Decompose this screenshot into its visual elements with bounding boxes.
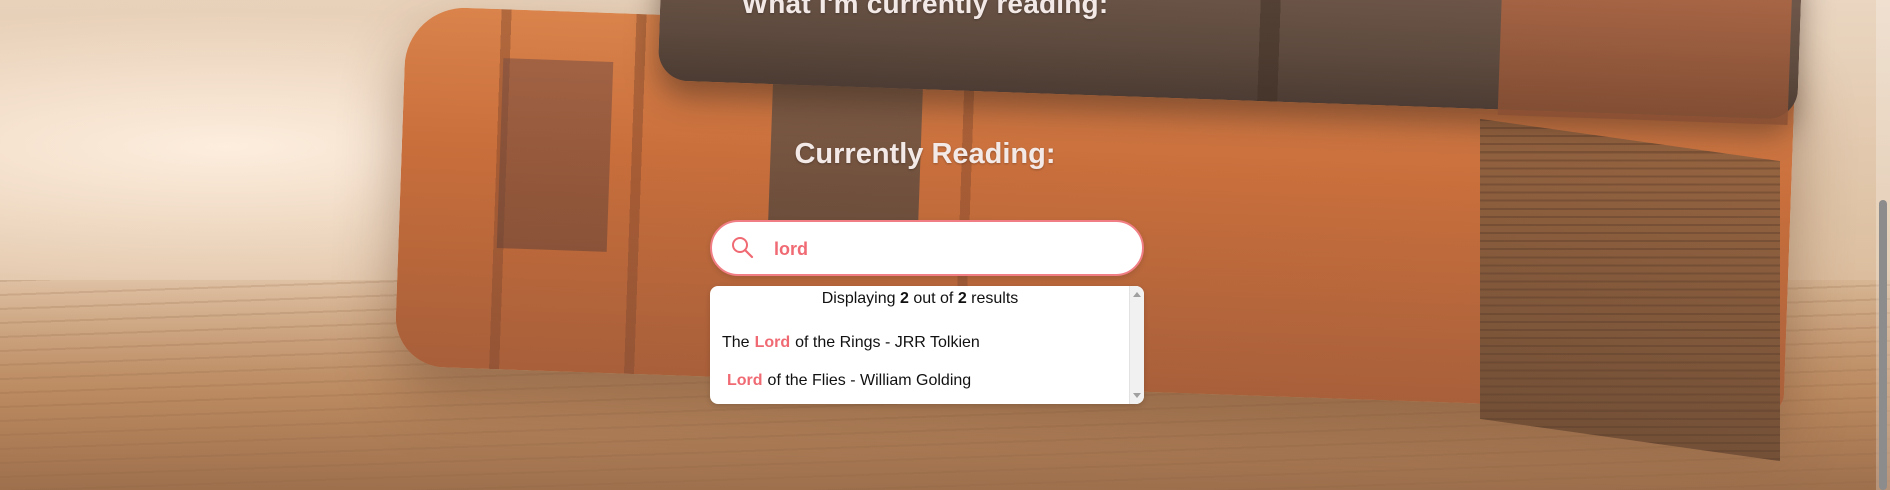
page-scrollbar-thumb[interactable] [1879, 200, 1887, 490]
result-text-after: of the Rings - JRR Tolkien [795, 334, 980, 351]
result-text-after: of the Flies - William Golding [767, 372, 972, 389]
search-icon[interactable] [730, 235, 756, 261]
page-heading-top: What I'm currently reading: [741, 0, 1109, 19]
section-heading: Currently Reading: [794, 138, 1056, 170]
results-summary-middle: out of [913, 290, 954, 307]
results-summary: Displaying 2 out of 2 results [710, 290, 1130, 308]
result-item[interactable]: Lord of the Flies - William Golding [722, 372, 971, 390]
search-results-panel: Displaying 2 out of 2 results The Lord of … [710, 286, 1144, 404]
results-summary-suffix: results [971, 290, 1019, 307]
search-bar[interactable] [710, 220, 1146, 276]
result-match-highlight: Lord [754, 334, 791, 351]
scroll-down-arrow-icon[interactable] [1133, 393, 1141, 398]
results-shown-count: 2 [899, 290, 909, 307]
scroll-up-arrow-icon[interactable] [1133, 292, 1141, 297]
results-scrollbar[interactable] [1129, 286, 1144, 404]
result-text-before: The [722, 334, 750, 351]
result-match-highlight: Lord [727, 372, 763, 389]
results-total-count: 2 [957, 290, 967, 307]
result-item[interactable]: The Lord of the Rings - JRR Tolkien [722, 334, 980, 352]
page-scrollbar[interactable] [1876, 0, 1890, 490]
search-input[interactable] [762, 231, 1146, 267]
results-summary-prefix: Displaying [821, 290, 896, 307]
